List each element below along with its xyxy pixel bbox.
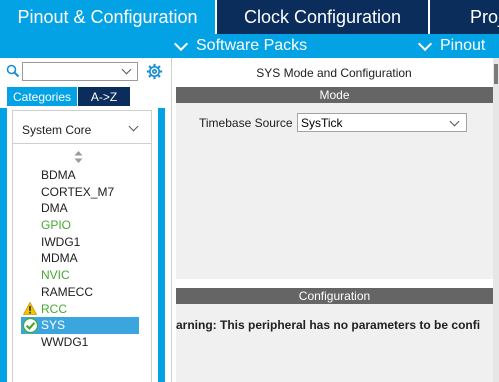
search-icon[interactable] [6, 64, 20, 78]
tree-item-label: RCC [41, 302, 67, 316]
atoz-toggle[interactable]: A->Z [78, 87, 130, 106]
chevron-down-icon[interactable] [128, 121, 139, 132]
sort-arrows-icon[interactable] [74, 151, 83, 163]
mode-header: Mode [176, 87, 493, 103]
warning-icon [23, 302, 37, 315]
tab-project-manager[interactable]: Proj [430, 0, 499, 34]
main-scrollbar-thumb[interactable] [494, 64, 498, 84]
tab-clock-configuration[interactable]: Clock Configuration [217, 0, 428, 34]
gear-icon[interactable] [146, 63, 163, 80]
tree-item-gpio[interactable]: GPIO [41, 217, 71, 233]
tree-item-dma[interactable]: DMA [41, 200, 68, 216]
sub-toolbar: Software Packs Pinout [0, 34, 499, 58]
tree-item-bdma[interactable]: BDMA [41, 167, 76, 183]
configuration-header: Configuration [176, 288, 493, 304]
tree-item-label: BDMA [41, 168, 76, 182]
left-accent-strip [0, 108, 7, 382]
tree-item-cortex-m7[interactable]: CORTEX_M7 [41, 184, 114, 200]
software-packs-label: Software Packs [196, 37, 308, 54]
category-divider [13, 143, 151, 144]
category-label: System Core [22, 123, 92, 137]
tree-item-label: RAMECC [41, 285, 94, 299]
tree-item-sys[interactable]: SYS [41, 317, 65, 333]
tab-label: Proj [470, 6, 499, 27]
tree-item-label: SYS [41, 318, 66, 332]
tree-item-label: CORTEX_M7 [41, 185, 115, 199]
tree-item-sys-selected[interactable] [21, 317, 139, 334]
configuration-header-label: Configuration [298, 289, 371, 303]
tree-item-label: WWDG1 [41, 335, 89, 349]
tab-label: Clock Configuration [243, 6, 402, 27]
timebase-source-label: Timebase Source [199, 116, 293, 130]
warning-message: arning: This peripheral has no parameter… [176, 318, 481, 332]
tree-item-label: IWDG1 [41, 235, 81, 249]
chevron-down-icon [173, 36, 189, 51]
tab-label: Pinout & Configuration [17, 6, 198, 27]
timebase-source-select[interactable]: SysTick [297, 113, 467, 132]
categories-label: Categories [12, 89, 72, 104]
software-packs-menu[interactable]: Software Packs [173, 34, 308, 58]
configuration-panel: arning: This peripheral has no parameter… [176, 304, 493, 382]
left-scrollbar[interactable] [158, 108, 165, 382]
pinout-label: Pinout [440, 37, 486, 54]
page-title: SYS Mode and Configuration [256, 66, 412, 80]
tree-item-nvic[interactable]: NVIC [41, 267, 70, 283]
tree-item-iwdg1[interactable]: IWDG1 [41, 234, 80, 250]
tree-item-rcc[interactable]: RCC [41, 301, 67, 317]
search-input[interactable] [22, 62, 138, 82]
panel-gap [176, 279, 493, 286]
chevron-down-icon [417, 36, 433, 51]
tree-item-label: DMA [41, 201, 68, 215]
tree-item-label: NVIC [41, 268, 70, 282]
categories-toggle[interactable]: Categories [7, 87, 77, 106]
atoz-label: A->Z [90, 89, 118, 104]
tree-item-label: GPIO [41, 218, 72, 232]
chevron-down-icon[interactable] [121, 64, 132, 75]
check-icon [23, 318, 38, 333]
tree-item-mdma[interactable]: MDMA [41, 250, 78, 266]
tree-item-ramecc[interactable]: RAMECC [41, 284, 93, 300]
chevron-down-icon[interactable] [449, 116, 460, 127]
main-scrollbar[interactable] [493, 58, 499, 382]
category-header[interactable]: System Core [13, 118, 151, 142]
tab-pinout-configuration[interactable]: Pinout & Configuration [0, 0, 215, 34]
tree-item-wwdg1[interactable]: WWDG1 [41, 334, 88, 350]
search-field[interactable] [23, 64, 123, 82]
mode-header-label: Mode [319, 88, 350, 102]
pinout-menu[interactable]: Pinout [417, 34, 486, 58]
timebase-source-value: SysTick [301, 115, 343, 130]
tree-item-label: MDMA [41, 251, 78, 265]
